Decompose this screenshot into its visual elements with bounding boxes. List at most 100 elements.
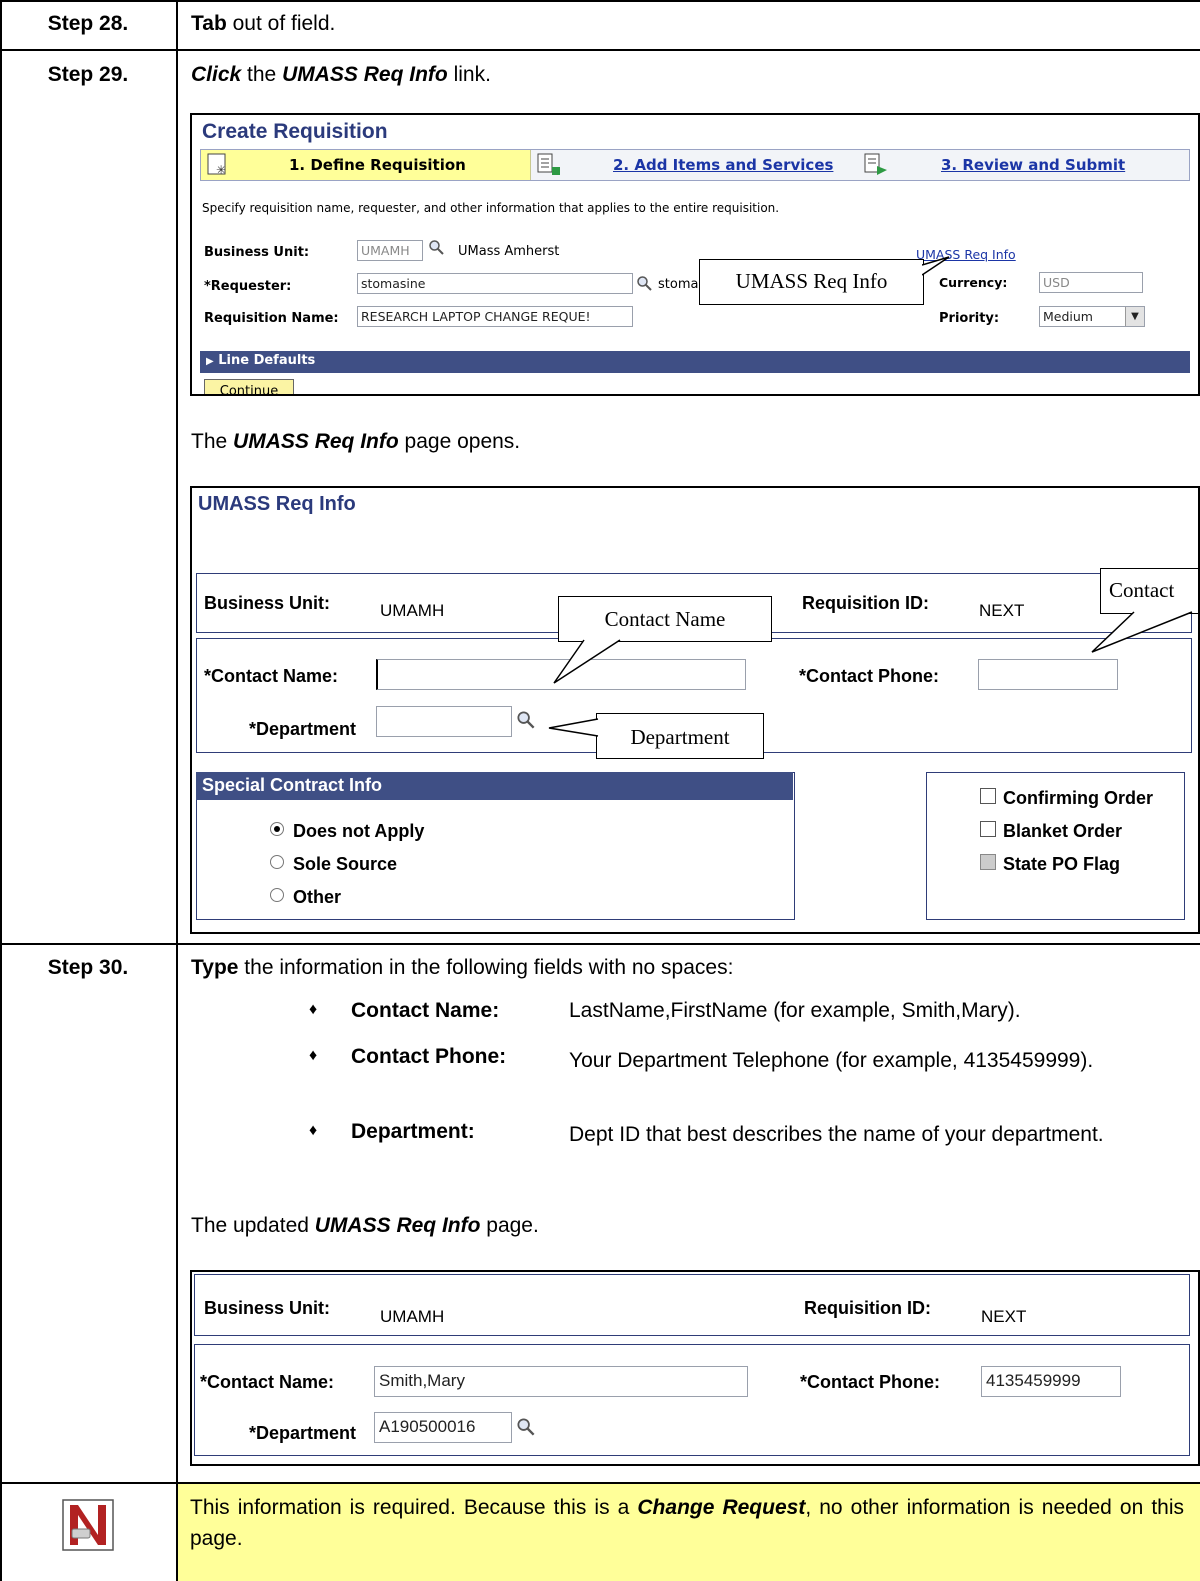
field-description: Dept ID that best describes the name of … <box>569 1123 1104 1146</box>
train-step-1[interactable]: ✳ 1. Define Requisition <box>201 150 531 180</box>
callout-umass-req-info: UMASS Req Info <box>699 259 924 305</box>
department-label: *Department <box>249 1423 357 1443</box>
department-input[interactable] <box>376 706 512 737</box>
step-29-label: Step 29. <box>47 63 129 86</box>
row-divider <box>0 49 1200 51</box>
radio-sole-source[interactable] <box>270 855 284 869</box>
checkbox-confirming-order[interactable] <box>980 788 996 804</box>
caption-text: The updated <box>191 1214 315 1237</box>
contact-phone-input[interactable] <box>978 659 1118 690</box>
contact-phone-label: *Contact Phone: <box>799 666 940 686</box>
checkbox-label: State PO Flag <box>1003 854 1121 874</box>
step-30-label: Step 30. <box>47 956 129 979</box>
business-unit-field[interactable]: UMAMH <box>357 240 423 261</box>
radio-does-not-apply[interactable] <box>270 822 284 836</box>
checkbox-label: Confirming Order <box>1003 788 1154 808</box>
callout-contact-phone: Contact <box>1100 568 1198 614</box>
lookup-icon[interactable] <box>516 1417 536 1442</box>
expand-arrow-icon: ▶ <box>206 356 214 367</box>
instruction-verb: Tab <box>191 12 227 35</box>
lookup-icon[interactable] <box>428 239 445 260</box>
continue-button[interactable]: Continue <box>204 379 294 394</box>
step-28-instruction: Tab out of field. <box>191 12 335 36</box>
field-name: Contact Phone: <box>351 1045 507 1068</box>
priority-label: Priority: <box>939 311 1000 326</box>
priority-value: Medium <box>1043 309 1093 324</box>
business-unit-label: Business Unit: <box>204 593 331 613</box>
priority-select[interactable]: Medium ▼ <box>1039 306 1145 327</box>
instruction-text: out of field. <box>226 12 336 35</box>
line-defaults-header[interactable]: ▶ Line Defaults <box>200 351 1190 373</box>
page-title: Create Requisition <box>202 120 388 143</box>
train-step-2-link[interactable]: 2. Add Items and Services <box>613 156 833 174</box>
business-unit-label: Business Unit: <box>204 1298 331 1318</box>
diamond-bullet-icon: ♦ <box>309 1122 318 1139</box>
currency-field[interactable]: USD <box>1039 272 1143 293</box>
caption-text: page opens. <box>398 430 521 453</box>
field-description: Your Department Telephone (for example, … <box>569 1049 1094 1072</box>
callout-department: Department <box>596 713 764 759</box>
page-instructions: Specify requisition name, requester, and… <box>202 201 780 215</box>
checkbox-state-po-flag <box>980 854 996 870</box>
table-column-divider <box>176 0 178 1581</box>
field-description: LastName,FirstName (for example, Smith,M… <box>569 999 1021 1022</box>
radio-label: Does not Apply <box>293 821 425 841</box>
business-unit-description: UMass Amherst <box>458 244 560 259</box>
diamond-bullet-icon: ♦ <box>309 1047 318 1064</box>
requisition-id-value: NEXT <box>981 1307 1027 1326</box>
contact-phone-input[interactable]: 4135459999 <box>981 1366 1121 1397</box>
note-text: This information is required. Because th… <box>190 1492 1184 1554</box>
diamond-bullet-icon: ♦ <box>309 1001 318 1018</box>
define-requisition-icon: ✳ <box>207 153 226 177</box>
callout-pointer <box>553 639 621 684</box>
review-submit-icon <box>864 153 887 175</box>
requisition-name-field[interactable]: RESEARCH LAPTOP CHANGE REQUE! <box>357 306 633 327</box>
umass-req-info-updated-panel: Business Unit: UMAMH Requisition ID: NEX… <box>190 1270 1200 1466</box>
table-border-left <box>0 0 2 1581</box>
callout-pointer <box>922 256 950 276</box>
instruction-text: link. <box>447 63 491 86</box>
requester-description: stoma <box>658 277 699 292</box>
note-emphasis: Change Request <box>637 1496 806 1519</box>
business-unit-label: Business Unit: <box>204 245 310 260</box>
contact-name-input[interactable]: Smith,Mary <box>374 1366 748 1397</box>
contact-phone-label: *Contact Phone: <box>800 1372 941 1392</box>
callout-pointer <box>548 718 599 737</box>
step-30-instruction: Type the information in the following fi… <box>191 956 733 980</box>
updated-caption: The updated UMASS Req Info page. <box>191 1214 539 1238</box>
checkbox-blanket-order[interactable] <box>980 821 996 837</box>
department-input[interactable]: A190500016 <box>374 1412 512 1443</box>
train-step-1-label: 1. Define Requisition <box>289 156 466 174</box>
field-name: Contact Name: <box>351 999 500 1022</box>
contact-name-label: *Contact Name: <box>204 666 339 686</box>
callout-text: Contact Name <box>604 607 726 631</box>
instruction-link-name: UMASS Req Info <box>282 63 448 86</box>
department-label: *Department <box>249 719 357 739</box>
header-group-box <box>194 1274 1190 1336</box>
umass-req-info-panel: UMASS Req Info Business Unit: UMAMH Requ… <box>190 486 1200 934</box>
opens-caption: The UMASS Req Info page opens. <box>191 430 520 454</box>
line-defaults-label: Line Defaults <box>218 353 316 368</box>
requisition-name-label: Requisition Name: <box>204 311 339 326</box>
note-text-part: This information is required. Because th… <box>190 1496 638 1519</box>
instruction-verb: Click <box>191 63 242 86</box>
caption-text: page. <box>480 1214 539 1237</box>
chevron-down-icon[interactable]: ▼ <box>1125 307 1144 326</box>
requester-field[interactable]: stomasine <box>357 273 633 294</box>
callout-contact-name: Contact Name <box>558 596 772 642</box>
radio-label: Other <box>293 887 342 907</box>
step-28-label: Step 28. <box>47 12 129 35</box>
note-icon <box>62 1499 114 1551</box>
radio-other[interactable] <box>270 888 284 902</box>
lookup-icon[interactable] <box>516 710 536 735</box>
instruction-text: the information in the following fields … <box>238 956 734 979</box>
lookup-icon[interactable] <box>636 275 653 296</box>
train-step-3-link[interactable]: 3. Review and Submit <box>941 156 1125 174</box>
callout-pointer <box>1091 611 1193 653</box>
contact-name-label: *Contact Name: <box>200 1372 335 1392</box>
step-29-instruction: Click the UMASS Req Info link. <box>191 63 491 87</box>
instruction-verb: Type <box>191 956 239 979</box>
svg-text:✳: ✳ <box>216 163 226 177</box>
table-border-top <box>0 0 1200 2</box>
caption-page-name: UMASS Req Info <box>314 1214 481 1237</box>
